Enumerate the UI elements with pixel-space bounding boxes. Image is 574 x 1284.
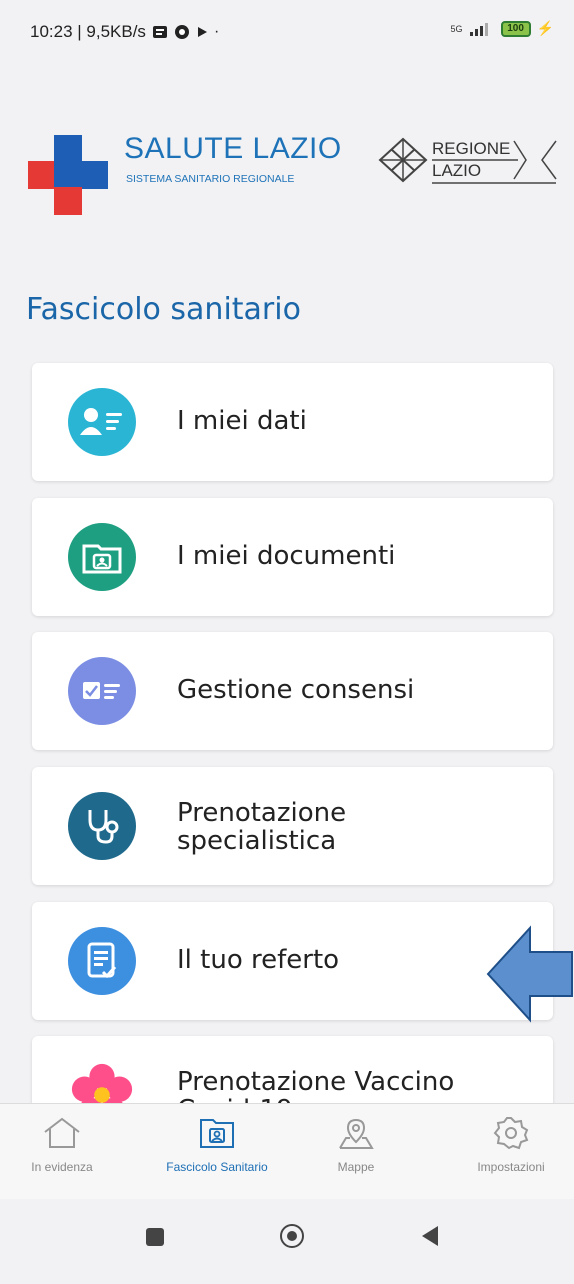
- report-icon: [68, 927, 136, 995]
- battery-icon: 100: [500, 20, 531, 37]
- gear-icon: [493, 1117, 529, 1150]
- bottom-nav: In evidenza Fascicolo Sanitario Mappe Im…: [0, 1103, 574, 1199]
- map-icon: [339, 1118, 374, 1149]
- nav-mappe[interactable]: Mappe: [291, 1116, 421, 1174]
- system-nav-bar: [0, 1200, 574, 1284]
- message-icon: [152, 26, 167, 38]
- menu-item-prenotazione-specialistica[interactable]: Prenotazione specialistica: [32, 767, 553, 885]
- checklist-icon: [68, 657, 136, 725]
- signal-icon: [469, 22, 488, 36]
- page-title: Fascicolo sanitario: [26, 292, 301, 327]
- nav-fascicolo-sanitario[interactable]: Fascicolo Sanitario: [152, 1116, 282, 1174]
- charging-icon: ⚡: [536, 20, 554, 36]
- regione-lazio-logo: REGIONE LAZIO: [378, 137, 558, 187]
- person-card-icon: [68, 388, 136, 456]
- nav-impostazioni[interactable]: Impostazioni: [446, 1116, 574, 1174]
- menu-item-gestione-consensi[interactable]: Gestione consensi: [32, 632, 553, 750]
- menu-item-miei-documenti[interactable]: I miei documenti: [32, 498, 553, 616]
- regione-lines: [432, 140, 557, 184]
- menu-label: I miei dati: [177, 406, 307, 436]
- status-left: 10:23 | 9,5KB/s ·: [30, 22, 219, 42]
- status-bar: 10:23 | 9,5KB/s · 5G 100 ⚡: [0, 0, 574, 70]
- status-time: 10:23 | 9,5KB/s: [30, 22, 146, 41]
- recent-apps-button[interactable]: [146, 1228, 164, 1246]
- brand-title: SALUTE LAZIO: [124, 132, 342, 165]
- folder-icon: [200, 1119, 234, 1148]
- menu-label: I miei documenti: [177, 541, 396, 571]
- menu-label: Prenotazione specialistica: [177, 798, 347, 856]
- nav-in-evidenza[interactable]: In evidenza: [0, 1116, 127, 1174]
- stethoscope-icon: [68, 792, 136, 860]
- home-icon: [44, 1117, 80, 1148]
- dot-icon: ·: [213, 23, 220, 40]
- network-label: 5G: [450, 23, 463, 34]
- menu-label: Gestione consensi: [177, 675, 415, 705]
- home-button-dot: [287, 1231, 297, 1241]
- menu-label: Il tuo referto: [177, 945, 340, 975]
- home-button[interactable]: [280, 1224, 304, 1248]
- header-logos: SALUTE LAZIO SISTEMA SANITARIO REGIONALE…: [0, 110, 574, 220]
- brand-subtitle: SISTEMA SANITARIO REGIONALE: [126, 173, 295, 185]
- pointer-arrow-icon: [486, 925, 573, 1023]
- menu-item-miei-dati[interactable]: I miei dati: [32, 363, 553, 481]
- menu-item-tuo-referto[interactable]: Il tuo referto: [32, 902, 553, 1020]
- status-right: 5G 100 ⚡: [451, 20, 554, 37]
- folder-icon: [68, 523, 136, 591]
- play-icon: [197, 27, 207, 37]
- app-icon: [174, 25, 189, 39]
- salute-lazio-logo: [28, 135, 108, 215]
- back-button[interactable]: [420, 1224, 440, 1248]
